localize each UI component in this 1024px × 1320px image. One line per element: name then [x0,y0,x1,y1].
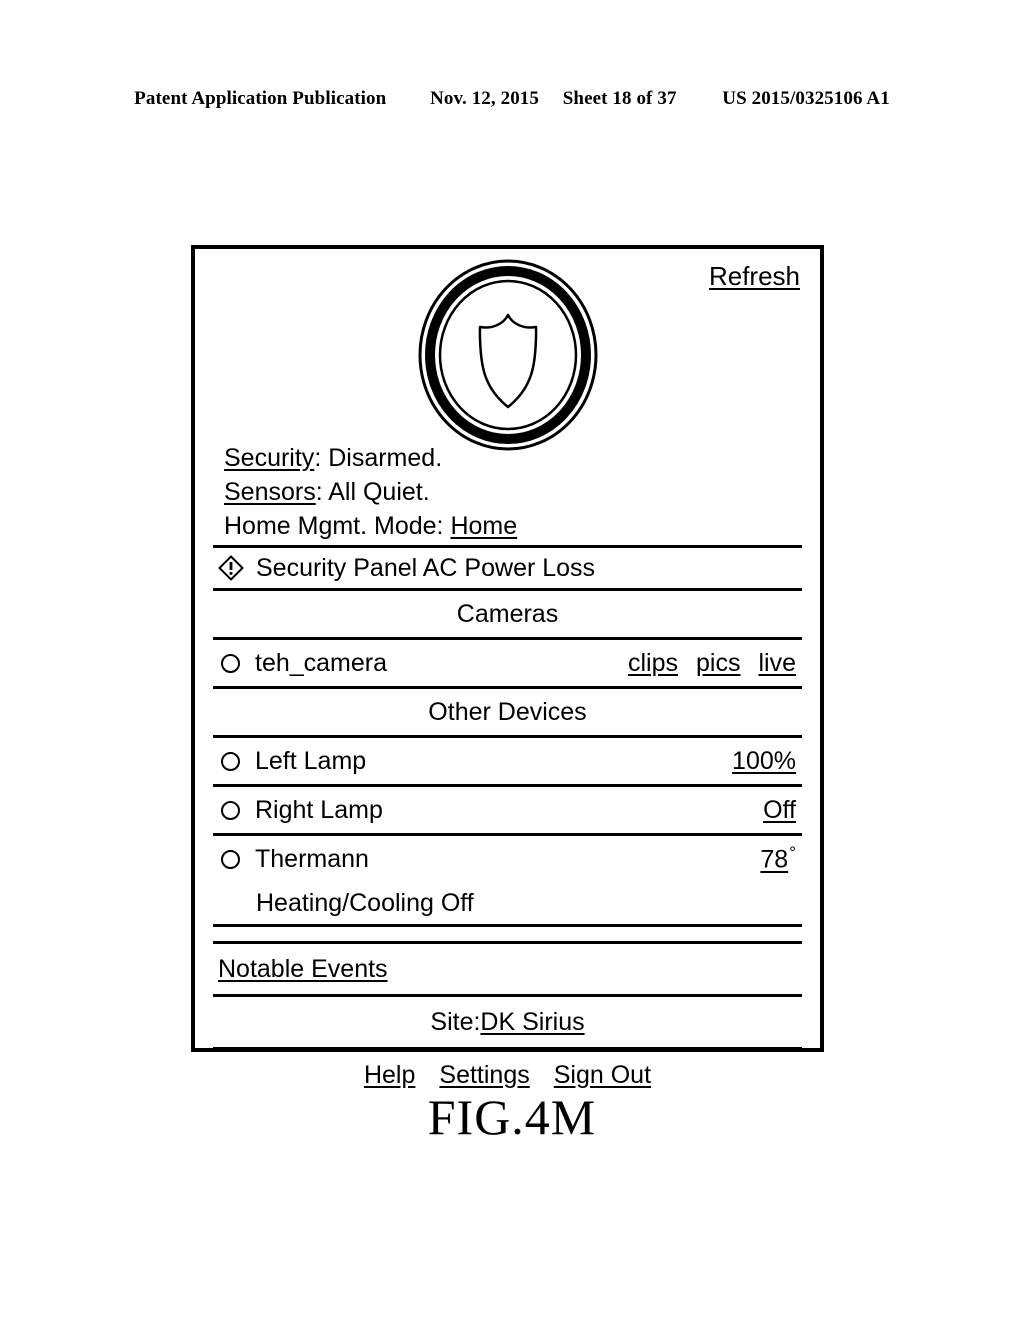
publication-date: Nov. 12, 2015 [430,88,540,109]
device-name: Thermann [255,844,369,873]
warning-diamond-icon [218,555,244,581]
sensors-status-line: Sensors: All Quiet. [224,475,517,509]
figure-caption: FIG.4M [427,1089,597,1145]
security-value: Disarmed. [328,444,443,472]
device-list: Security Panel AC Power Loss Cameras teh… [213,545,802,1100]
sensors-value: All Quiet. [328,478,430,506]
radio-circle-icon[interactable] [221,751,240,771]
camera-row[interactable]: teh_camera clips pics live [213,640,802,686]
help-link[interactable]: Help [364,1061,415,1090]
section-header-label: Cameras [456,599,559,628]
security-status-line: Security: Disarmed. [224,441,517,475]
radio-circle-icon[interactable] [221,800,240,820]
home-mode-line: Home Mgmt. Mode: Home [224,509,517,543]
device-row-right-lamp[interactable]: Right Lamp Off [213,787,802,833]
notable-events-link[interactable]: Notable Events [218,955,388,984]
device-row-thermostat[interactable]: Thermann 78° [213,836,802,882]
status-summary: Security: Disarmed. Sensors: All Quiet. … [224,441,517,543]
shield-badge-icon [418,259,597,451]
device-name: Left Lamp [255,746,367,775]
device-value[interactable]: 100% [732,747,796,776]
security-label[interactable]: Security [224,444,314,472]
section-header-label: Other Devices [428,697,587,726]
radio-circle-icon[interactable] [221,849,240,869]
degree-symbol: ° [789,843,796,863]
device-screen-panel: Refresh Security: Disarmed. Sensors: All… [191,245,824,1089]
sign-out-link[interactable]: Sign Out [554,1061,651,1090]
notable-events-row[interactable]: Notable Events [213,944,802,994]
device-row-left-lamp[interactable]: Left Lamp 100% [213,738,802,784]
camera-live-link[interactable]: live [758,649,796,678]
refresh-button[interactable]: Refresh [709,263,800,289]
thermostat-hvac-status: Heating/Cooling Off [213,882,802,924]
hvac-status-label: Heating/Cooling Off [256,888,474,917]
section-header-other-devices: Other Devices [213,689,802,735]
section-header-cameras: Cameras [213,591,802,637]
sensors-separator: : [315,478,329,506]
alert-text: Security Panel AC Power Loss [256,553,596,582]
radio-circle-icon[interactable] [221,653,240,673]
alert-row[interactable]: Security Panel AC Power Loss [213,548,802,588]
patent-page-header: Patent Application Publication Nov. 12, … [0,88,1024,110]
site-prefix: Site: [430,1007,481,1036]
camera-clips-link[interactable]: clips [628,649,678,678]
device-value[interactable]: Off [763,796,796,825]
camera-pics-link[interactable]: pics [696,649,740,678]
home-mode-value[interactable]: Home [450,512,517,540]
site-value-link[interactable]: DK Sirius [480,1008,584,1037]
sensors-label[interactable]: Sensors [224,478,316,506]
site-row: Site: DK Sirius [213,997,802,1047]
patent-publication-number: US 2015/0325106 A1 [722,88,890,109]
security-separator: : [314,444,329,472]
home-mode-label: Home Mgmt. Mode: [224,512,451,540]
device-name: Right Lamp [255,795,383,824]
sheet-number: Sheet 18 of 37 [562,88,677,109]
publication-label: Patent Application Publication [134,88,387,109]
thermostat-value-group[interactable]: 78° [760,843,796,874]
settings-link[interactable]: Settings [439,1061,529,1090]
camera-name: teh_camera [255,648,388,677]
device-value[interactable]: 78 [760,846,788,874]
